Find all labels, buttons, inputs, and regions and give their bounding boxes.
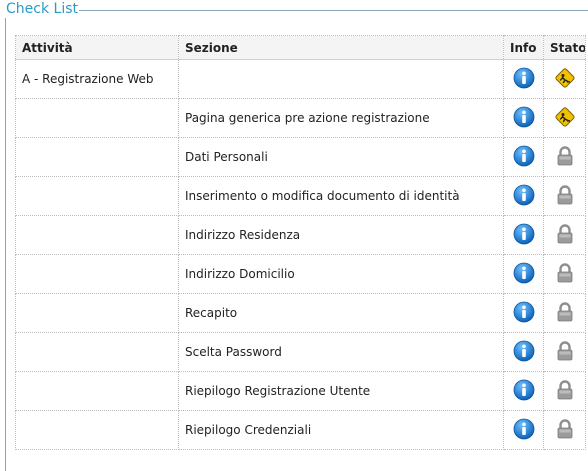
info-icon[interactable] xyxy=(513,340,535,365)
in-progress-icon xyxy=(553,67,577,92)
sezione-cell: Riepilogo Registrazione Utente xyxy=(178,371,504,411)
check-list-legend: Check List xyxy=(5,0,79,18)
table-row: Indirizzo Residenza xyxy=(15,215,586,255)
info-cell xyxy=(503,254,544,294)
sezione-cell xyxy=(178,59,504,99)
sezione-cell: Indirizzo Residenza xyxy=(178,215,504,255)
table-row: Dati Personali xyxy=(15,137,586,177)
column-header-sezione: Sezione xyxy=(178,35,504,60)
stato-cell xyxy=(543,98,586,138)
column-header-attivita: Attività xyxy=(15,35,179,60)
lock-icon xyxy=(556,340,574,365)
lock-icon xyxy=(556,418,574,443)
table-row: A - Registrazione Web xyxy=(15,59,586,99)
info-cell xyxy=(503,215,544,255)
lock-icon xyxy=(556,262,574,287)
info-icon[interactable] xyxy=(513,379,535,404)
stato-cell xyxy=(543,332,586,372)
lock-icon xyxy=(556,145,574,170)
info-cell xyxy=(503,293,544,333)
table-row: Indirizzo Domicilio xyxy=(15,254,586,294)
in-progress-icon xyxy=(553,106,577,131)
info-cell xyxy=(503,332,544,372)
attivita-cell xyxy=(15,332,179,372)
stato-cell xyxy=(543,215,586,255)
info-icon[interactable] xyxy=(513,418,535,443)
stato-cell xyxy=(543,254,586,294)
sezione-cell: Recapito xyxy=(178,293,504,333)
info-icon[interactable] xyxy=(513,145,535,170)
lock-icon xyxy=(556,379,574,404)
sezione-cell: Dati Personali xyxy=(178,137,504,177)
table-row: Pagina generica pre azione registrazione xyxy=(15,98,586,138)
stato-cell xyxy=(543,293,586,333)
check-list-table: Attività Sezione Info Stato A - Registra… xyxy=(15,35,586,450)
column-header-info: Info xyxy=(503,35,544,60)
sezione-cell: Inserimento o modifica documento di iden… xyxy=(178,176,504,216)
info-cell xyxy=(503,59,544,99)
attivita-cell: A - Registrazione Web xyxy=(15,59,179,99)
info-cell xyxy=(503,371,544,411)
stato-cell xyxy=(543,410,586,450)
table-row: Recapito xyxy=(15,293,586,333)
attivita-cell xyxy=(15,254,179,294)
info-cell xyxy=(503,137,544,177)
stato-cell xyxy=(543,176,586,216)
attivita-cell xyxy=(15,176,179,216)
info-cell xyxy=(503,176,544,216)
info-icon[interactable] xyxy=(513,67,535,92)
lock-icon xyxy=(556,301,574,326)
attivita-cell xyxy=(15,215,179,255)
table-header-row: Attività Sezione Info Stato xyxy=(15,35,586,60)
attivita-cell xyxy=(15,137,179,177)
table-row: Riepilogo Registrazione Utente xyxy=(15,371,586,411)
stato-cell xyxy=(543,59,586,99)
sezione-cell: Pagina generica pre azione registrazione xyxy=(178,98,504,138)
info-icon[interactable] xyxy=(513,262,535,287)
info-icon[interactable] xyxy=(513,184,535,209)
lock-icon xyxy=(556,223,574,248)
attivita-cell xyxy=(15,293,179,333)
stato-cell xyxy=(543,137,586,177)
table-row: Scelta Password xyxy=(15,332,586,372)
info-icon[interactable] xyxy=(513,106,535,131)
table-row: Inserimento o modifica documento di iden… xyxy=(15,176,586,216)
attivita-cell xyxy=(15,371,179,411)
info-icon[interactable] xyxy=(513,223,535,248)
sezione-cell: Riepilogo Credenziali xyxy=(178,410,504,450)
stato-cell xyxy=(543,371,586,411)
attivita-cell xyxy=(15,410,179,450)
column-header-stato: Stato xyxy=(543,35,586,60)
info-cell xyxy=(503,410,544,450)
sezione-cell: Indirizzo Domicilio xyxy=(178,254,504,294)
info-cell xyxy=(503,98,544,138)
info-icon[interactable] xyxy=(513,301,535,326)
sezione-cell: Scelta Password xyxy=(178,332,504,372)
table-row: Riepilogo Credenziali xyxy=(15,410,586,450)
attivita-cell xyxy=(15,98,179,138)
lock-icon xyxy=(556,184,574,209)
